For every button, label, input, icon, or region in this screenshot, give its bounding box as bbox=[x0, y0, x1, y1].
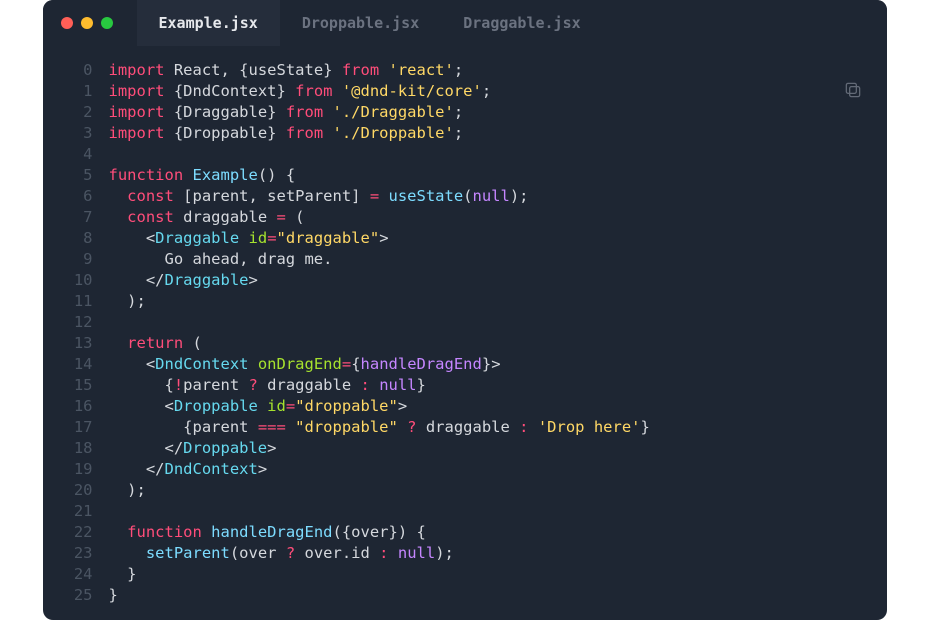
line-number: 13 bbox=[43, 333, 93, 354]
code-line: function Example() { bbox=[109, 165, 867, 186]
line-number: 12 bbox=[43, 312, 93, 333]
code-line: </DndContext> bbox=[109, 459, 867, 480]
code-line: {parent === "droppable" ? draggable : 'D… bbox=[109, 417, 867, 438]
tab-bar: Example.jsx Droppable.jsx Draggable.jsx bbox=[137, 0, 603, 46]
code-line: <Draggable id="draggable"> bbox=[109, 228, 867, 249]
line-number: 18 bbox=[43, 438, 93, 459]
code-line bbox=[109, 144, 867, 165]
code-line: ); bbox=[109, 480, 867, 501]
code-line: Go ahead, drag me. bbox=[109, 249, 867, 270]
line-number: 1 bbox=[43, 81, 93, 102]
line-number: 7 bbox=[43, 207, 93, 228]
code-line: return ( bbox=[109, 333, 867, 354]
line-number: 9 bbox=[43, 249, 93, 270]
line-number: 14 bbox=[43, 354, 93, 375]
close-window-button[interactable] bbox=[61, 17, 73, 29]
code-line: <Droppable id="droppable"> bbox=[109, 396, 867, 417]
code-line bbox=[109, 501, 867, 522]
code-line: const [parent, setParent] = useState(nul… bbox=[109, 186, 867, 207]
line-number: 17 bbox=[43, 417, 93, 438]
code-line: import {Droppable} from './Droppable'; bbox=[109, 123, 867, 144]
code-line: </Droppable> bbox=[109, 438, 867, 459]
line-number: 23 bbox=[43, 543, 93, 564]
line-number: 5 bbox=[43, 165, 93, 186]
line-number-gutter: 0123456789101112131415161718192021222324… bbox=[43, 60, 109, 606]
maximize-window-button[interactable] bbox=[101, 17, 113, 29]
code-line: import React, {useState} from 'react'; bbox=[109, 60, 867, 81]
line-number: 15 bbox=[43, 375, 93, 396]
line-number: 16 bbox=[43, 396, 93, 417]
titlebar: Example.jsx Droppable.jsx Draggable.jsx bbox=[43, 0, 887, 46]
line-number: 3 bbox=[43, 123, 93, 144]
minimize-window-button[interactable] bbox=[81, 17, 93, 29]
tab-label: Droppable.jsx bbox=[302, 14, 419, 32]
code-line: ); bbox=[109, 291, 867, 312]
code-editor-window: Example.jsx Droppable.jsx Draggable.jsx … bbox=[43, 0, 887, 620]
code-line: const draggable = ( bbox=[109, 207, 867, 228]
code-line bbox=[109, 312, 867, 333]
line-number: 21 bbox=[43, 501, 93, 522]
code-line: </Draggable> bbox=[109, 270, 867, 291]
code-line: } bbox=[109, 564, 867, 585]
code-line: } bbox=[109, 585, 867, 606]
code-line: setParent(over ? over.id : null); bbox=[109, 543, 867, 564]
line-number: 4 bbox=[43, 144, 93, 165]
line-number: 11 bbox=[43, 291, 93, 312]
line-number: 2 bbox=[43, 102, 93, 123]
tab-draggable[interactable]: Draggable.jsx bbox=[441, 0, 602, 46]
line-number: 20 bbox=[43, 480, 93, 501]
line-number: 6 bbox=[43, 186, 93, 207]
code-content[interactable]: import React, {useState} from 'react';im… bbox=[109, 60, 887, 606]
line-number: 0 bbox=[43, 60, 93, 81]
code-line: function handleDragEnd({over}) { bbox=[109, 522, 867, 543]
window-controls bbox=[61, 17, 113, 29]
line-number: 22 bbox=[43, 522, 93, 543]
tab-label: Example.jsx bbox=[159, 14, 258, 32]
tab-droppable[interactable]: Droppable.jsx bbox=[280, 0, 441, 46]
copy-code-button[interactable] bbox=[843, 80, 863, 100]
code-line: import {DndContext} from '@dnd-kit/core'… bbox=[109, 81, 867, 102]
code-area: 0123456789101112131415161718192021222324… bbox=[43, 46, 887, 606]
line-number: 24 bbox=[43, 564, 93, 585]
line-number: 8 bbox=[43, 228, 93, 249]
line-number: 19 bbox=[43, 459, 93, 480]
copy-icon bbox=[843, 80, 863, 100]
code-line: {!parent ? draggable : null} bbox=[109, 375, 867, 396]
line-number: 25 bbox=[43, 585, 93, 606]
line-number: 10 bbox=[43, 270, 93, 291]
tab-label: Draggable.jsx bbox=[463, 14, 580, 32]
code-line: import {Draggable} from './Draggable'; bbox=[109, 102, 867, 123]
tab-example[interactable]: Example.jsx bbox=[137, 0, 280, 46]
code-line: <DndContext onDragEnd={handleDragEnd}> bbox=[109, 354, 867, 375]
